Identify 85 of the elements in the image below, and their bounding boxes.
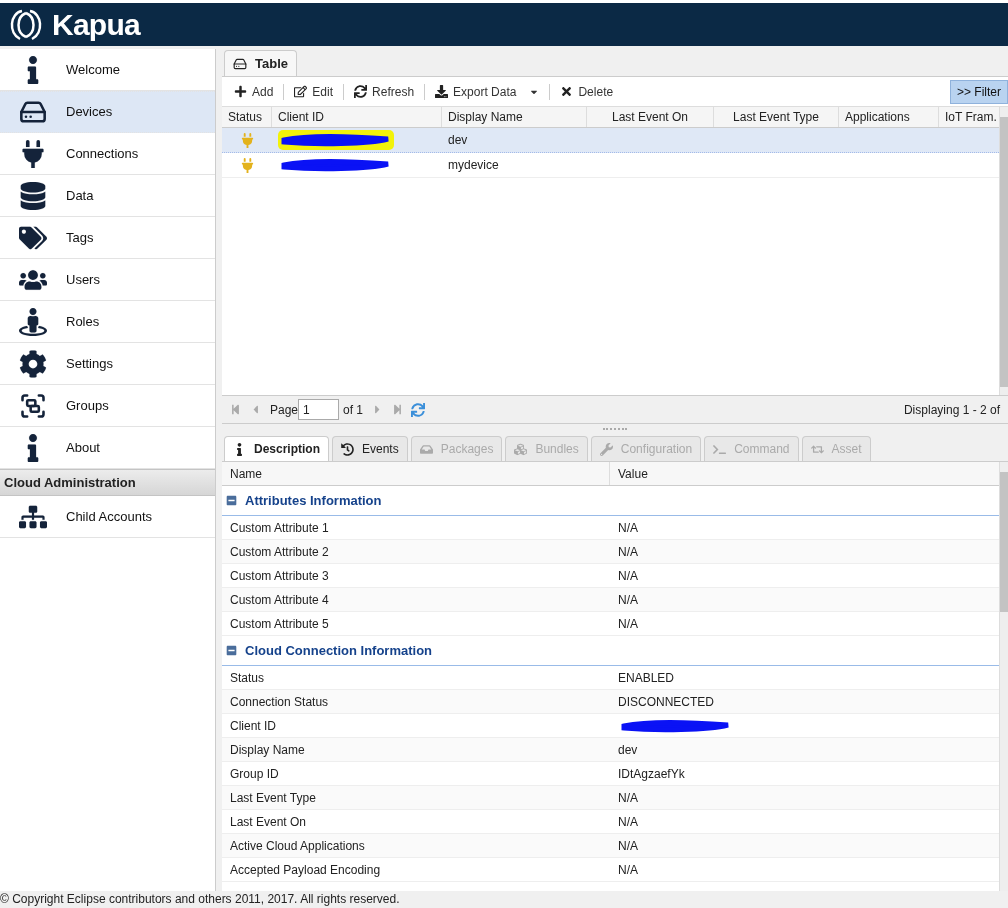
column-header[interactable]: Name (222, 462, 610, 485)
group-title: Attributes Information (245, 491, 382, 510)
table-cell-text: dev (447, 132, 468, 149)
table-cell-text: N/A (617, 519, 639, 537)
plus-icon (234, 85, 247, 98)
table-cell-text: Custom Attribute 5 (229, 615, 330, 633)
toolbar-button[interactable]: Edit (290, 80, 338, 103)
sitemap-icon (19, 502, 47, 531)
hard-drive-icon (19, 98, 47, 126)
table-cell-text: N/A (617, 567, 639, 585)
section-header: Cloud Administration (0, 469, 215, 496)
collapse-icon[interactable] (226, 495, 237, 506)
table-cell-text: Status (229, 669, 266, 687)
sidebar-item[interactable]: Devices (0, 91, 215, 133)
first-page-icon[interactable] (230, 404, 241, 415)
inbox-icon (419, 442, 433, 456)
table-cell-text: N/A (617, 813, 639, 831)
toolbar-button[interactable]: Add (230, 80, 278, 103)
table-cell-text: N/A (617, 861, 639, 879)
settings-icon (19, 349, 47, 378)
scrollbar-thumb[interactable] (1000, 472, 1008, 612)
column-header[interactable]: Status (222, 107, 272, 127)
table-cell-text: Display Name (229, 741, 306, 759)
refresh-icon[interactable] (411, 402, 426, 417)
table-cell-text: Group ID (229, 765, 280, 783)
table-cell-text: Client ID (229, 717, 277, 735)
table-cell-text: ENABLED (617, 669, 676, 687)
page-count: of 1 (343, 401, 364, 419)
table-cell-text: N/A (617, 789, 639, 807)
filter-button[interactable]: >> Filter (950, 79, 1008, 104)
wrench-icon (599, 442, 613, 456)
plug-icon (239, 157, 255, 173)
edit-icon (294, 85, 308, 98)
hard-drive-icon (233, 56, 247, 71)
table-cell-text: mydevice (447, 157, 499, 174)
person-icon (19, 307, 47, 336)
collapse-icon[interactable] (226, 645, 237, 656)
column-header[interactable]: Value (610, 462, 999, 485)
plug-icon (19, 139, 47, 168)
table-cell-text: DISCONNECTED (617, 693, 715, 711)
copyright-text: © Copyright Eclipse contributors and others 2011, 2017. All rights reserved. (0, 891, 401, 908)
terminal-icon (713, 442, 727, 456)
table-cell-text: Active Cloud Applications (229, 837, 366, 855)
app-title: Kapua (52, 7, 140, 43)
close-icon (560, 85, 574, 98)
detail-tab[interactable]: Events (332, 436, 408, 461)
paging-summary: Displaying 1 - 2 of (903, 401, 1000, 419)
table-cell-text: dev (617, 741, 639, 759)
table-cell-text: Last Event Type (229, 789, 317, 807)
history-icon (341, 442, 354, 456)
toolbar-button[interactable]: Delete (556, 80, 618, 103)
table-tab[interactable]: Table (224, 50, 297, 76)
tags-icon (19, 223, 47, 252)
column-header[interactable]: Display Name (442, 107, 587, 127)
table-cell-text: Custom Attribute 4 (229, 591, 330, 609)
column-header[interactable]: Applications (839, 107, 939, 127)
table-cell-text: Last Event On (229, 813, 308, 831)
group-icon (19, 391, 47, 420)
toolbar-button[interactable]: Export Data (431, 80, 544, 103)
database-icon (19, 181, 47, 210)
table-cell-text: IDtAgzaefYk (617, 765, 686, 783)
table-cell-text: N/A (617, 837, 639, 855)
table-cell-text: Custom Attribute 1 (229, 519, 330, 537)
table-cell-text: N/A (617, 591, 639, 609)
table-row[interactable]: dev (222, 128, 999, 153)
page-label: Page (270, 401, 299, 419)
group-title: Cloud Connection Information (245, 641, 433, 660)
table-cell-text: N/A (617, 543, 639, 561)
scrollbar-thumb[interactable] (1000, 117, 1008, 387)
cubes-icon (514, 442, 528, 456)
last-page-icon[interactable] (392, 404, 404, 415)
plug-icon (239, 132, 255, 148)
toolbar-button[interactable]: Refresh (350, 80, 419, 103)
detail-tab[interactable]: Description (224, 436, 329, 461)
table-cell-text: Custom Attribute 3 (229, 567, 330, 585)
column-header[interactable]: Last Event On (587, 107, 714, 127)
table-cell-text: Custom Attribute 2 (229, 543, 330, 561)
page-field[interactable]: 1 (298, 399, 340, 420)
column-header[interactable]: Client ID (272, 107, 442, 127)
refresh-icon (354, 85, 368, 98)
table-cell-text: Connection Status (229, 693, 330, 711)
table-cell-text: Accepted Payload Encoding (229, 861, 382, 879)
table-cell-text: N/A (617, 615, 639, 633)
column-header[interactable]: Last Event Type (714, 107, 839, 127)
download-icon (435, 85, 449, 98)
